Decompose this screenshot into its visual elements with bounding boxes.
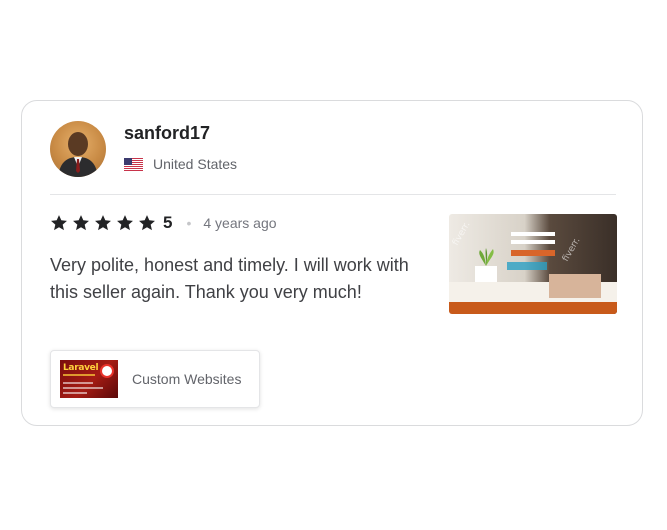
star-icon — [73, 215, 89, 231]
review-time-ago: 4 years ago — [203, 215, 277, 231]
avatar-portrait — [58, 132, 98, 177]
gig-link[interactable]: Laravel Custom Websites — [50, 350, 260, 408]
us-flag-icon — [124, 157, 143, 171]
review-attachment-image[interactable]: fiverr. fiverr. — [449, 214, 617, 314]
gig-thumbnail: Laravel — [60, 360, 118, 398]
review-card: sanford17 United States 5 • 4 years ago … — [21, 100, 643, 426]
thumbnail-decor — [63, 374, 95, 376]
thumbnail-decor — [63, 392, 87, 394]
star-icon — [95, 215, 111, 231]
reviewer-country-row: United States — [124, 156, 237, 172]
thumbnail-decor — [63, 382, 93, 384]
rating-row: 5 • 4 years ago — [50, 213, 277, 233]
star-icon — [117, 215, 133, 231]
star-icon — [51, 215, 67, 231]
thumbnail-badge — [100, 364, 114, 378]
separator-dot: • — [186, 215, 192, 231]
divider — [50, 194, 616, 195]
review-text: Very polite, honest and timely. I will w… — [50, 255, 409, 302]
avatar[interactable] — [50, 121, 106, 177]
reviewer-username[interactable]: sanford17 — [124, 123, 210, 144]
star-icon — [139, 215, 155, 231]
thumbnail-decor — [63, 387, 103, 389]
gig-thumbnail-text: Laravel — [63, 363, 99, 373]
gig-title: Custom Websites — [132, 371, 242, 387]
delivery-screenshot: fiverr. fiverr. — [449, 214, 617, 314]
reviewer-country: United States — [153, 156, 238, 172]
rating-score: 5 — [163, 213, 173, 232]
star-rating — [50, 214, 160, 232]
